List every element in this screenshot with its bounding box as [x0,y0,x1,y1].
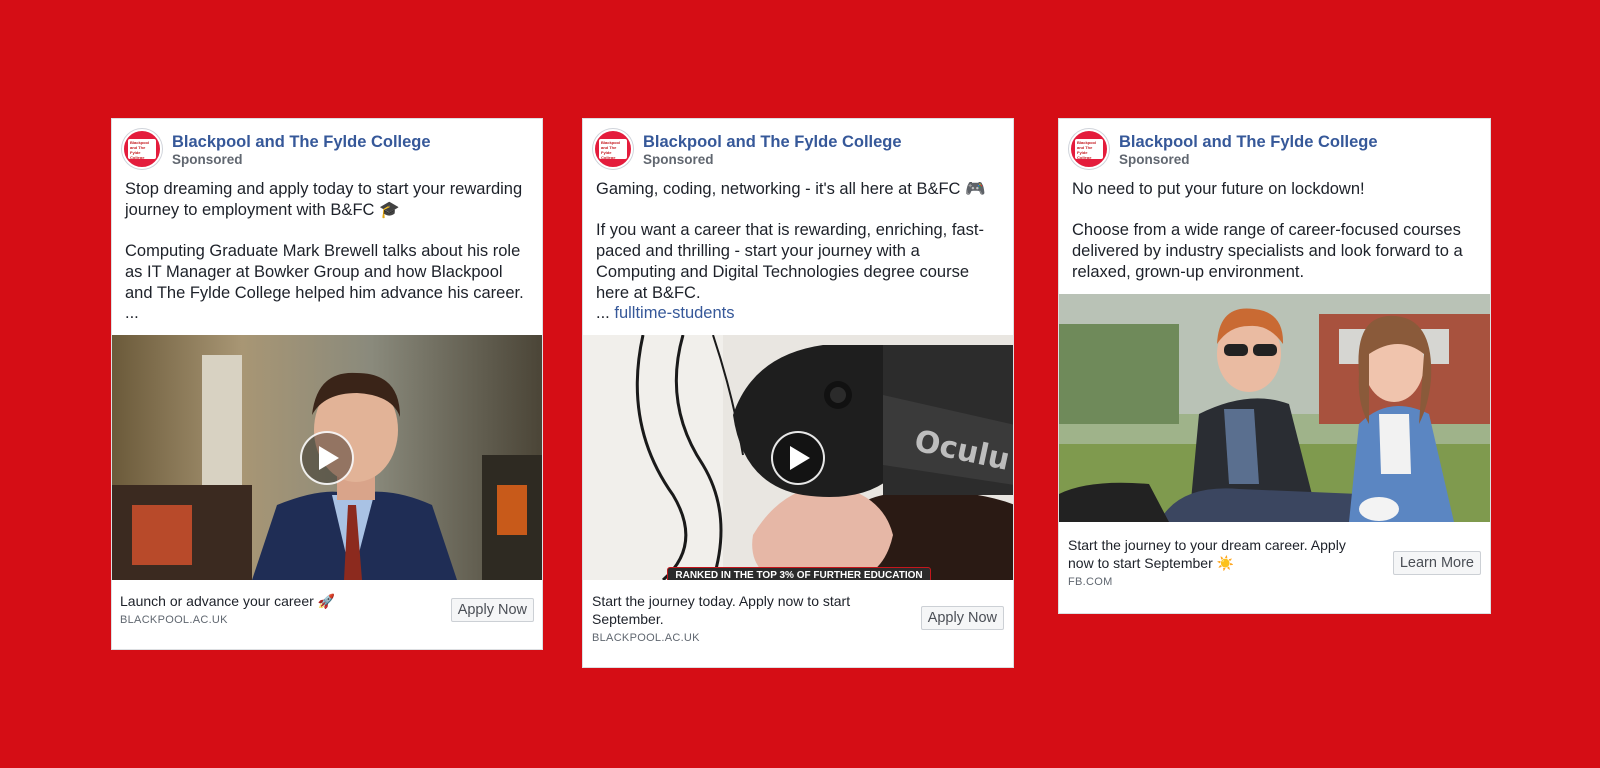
page-name-link[interactable]: Blackpool and The Fylde College [643,132,902,152]
play-icon [790,445,810,470]
body-line [1072,200,1477,221]
ad-footer[interactable]: Start the journey to your dream career. … [1059,522,1490,611]
sponsored-label: Sponsored [643,152,714,167]
body-line: Choose from a wide range of career-focus… [1072,221,1463,281]
body-line: If you want a career that is rewarding, … [596,221,984,302]
play-button[interactable] [771,430,825,485]
ad-showcase-background: { "page": { "background_color": "#d50d15… [0,0,1600,768]
college-logo-icon: Blackpool and The Fylde College [599,139,627,159]
ad-domain: BLACKPOOL.AC.UK [592,632,700,644]
ad-headline: Launch or advance your career 🚀 [120,593,336,609]
ranking-banner: RANKED IN THE TOP 3% OF FURTHER EDUCATIO… [667,567,931,580]
see-more-ellipsis[interactable]: ... [596,304,610,322]
learn-more-button[interactable]: Learn More [1392,551,1481,575]
see-more-line: ... fulltime-students [596,303,1000,324]
page-name-link[interactable]: Blackpool and The Fylde College [172,132,431,152]
sponsored-label: Sponsored [1119,152,1190,167]
play-button[interactable] [300,430,354,485]
body-line [596,200,1000,221]
footer-text: Launch or advance your career 🚀 BLACKPOO… [120,592,451,626]
body-line: Gaming, coding, networking - it's all he… [596,180,986,198]
body-line: Computing Graduate Mark Brewell talks ab… [125,242,524,302]
body-line: Stop dreaming and apply today to start y… [125,180,523,219]
college-logo-avatar[interactable]: Blackpool and The Fylde College [593,129,633,169]
sponsored-label: Sponsored [172,152,243,167]
college-logo-icon: Blackpool and The Fylde College [1075,139,1103,159]
apply-now-button[interactable]: Apply Now [450,598,534,622]
ad-card-1: Blackpool and The Fylde College Blackpoo… [111,118,543,650]
ad-image[interactable] [1059,294,1490,522]
ad-body-text: No need to put your future on lockdown! … [1059,177,1490,294]
ad-header: Blackpool and The Fylde College Blackpoo… [583,119,1013,177]
college-logo-icon: Blackpool and The Fylde College [128,139,156,159]
hashtag-link[interactable]: fulltime-students [614,304,734,322]
ad-domain: FB.COM [1068,576,1113,588]
ad-domain: BLACKPOOL.AC.UK [120,614,228,626]
ad-body-text: Stop dreaming and apply today to start y… [112,177,542,335]
ad-card-3: Blackpool and The Fylde College Blackpoo… [1058,118,1491,614]
video-thumbnail[interactable]: Oculu RANKED IN THE TOP 3% OF FURTHER ED… [583,335,1013,580]
page-meta: Blackpool and The Fylde College Sponsore… [1119,132,1378,168]
ad-headline: Start the journey today. Apply now to st… [592,593,851,627]
body-line: No need to put your future on lockdown! [1072,180,1365,198]
body-line [125,220,529,241]
ad-headline: Start the journey to your dream career. … [1068,537,1346,571]
ad-body-text: Gaming, coding, networking - it's all he… [583,177,1013,335]
students-sitting-image [1059,294,1490,522]
footer-text: Start the journey today. Apply now to st… [592,592,921,644]
page-meta: Blackpool and The Fylde College Sponsore… [172,132,431,168]
page-name-link[interactable]: Blackpool and The Fylde College [1119,132,1378,152]
play-icon [319,445,339,470]
ad-header: Blackpool and The Fylde College Blackpoo… [1059,119,1490,177]
ad-footer[interactable]: Launch or advance your career 🚀 BLACKPOO… [112,580,542,647]
ad-footer[interactable]: Start the journey today. Apply now to st… [583,580,1013,665]
college-logo-avatar[interactable]: Blackpool and The Fylde College [122,129,162,169]
footer-text: Start the journey to your dream career. … [1068,536,1393,588]
ad-header: Blackpool and The Fylde College Blackpoo… [112,119,542,177]
see-more-ellipsis[interactable]: ... [125,303,529,324]
college-logo-avatar[interactable]: Blackpool and The Fylde College [1069,129,1109,169]
page-meta: Blackpool and The Fylde College Sponsore… [643,132,902,168]
apply-now-button[interactable]: Apply Now [920,606,1004,630]
video-thumbnail[interactable] [112,335,542,580]
ad-card-2: Blackpool and The Fylde College Blackpoo… [582,118,1014,668]
